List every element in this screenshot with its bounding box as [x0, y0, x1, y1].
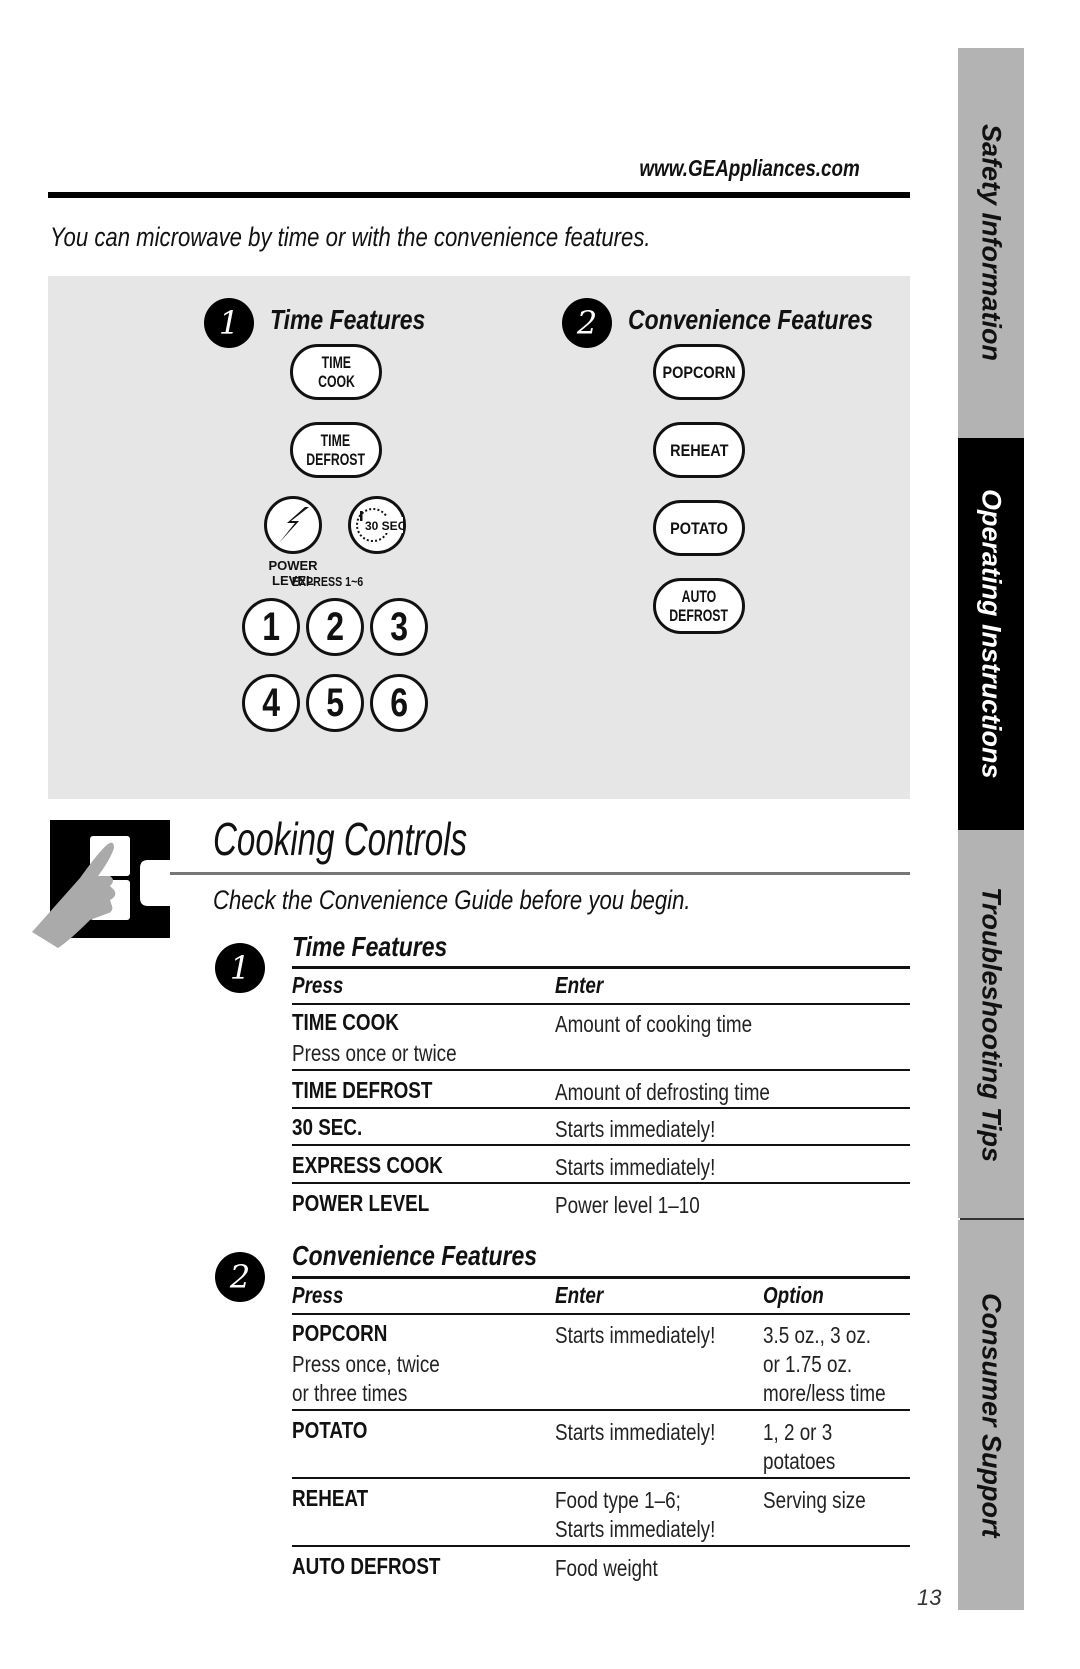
- press-cell: 30 SEC.: [292, 1114, 363, 1140]
- number-badge-2: 2: [562, 298, 612, 348]
- enter-cell: Food type 1–6;: [555, 1487, 681, 1513]
- enter-cell: Power level 1–10: [555, 1192, 700, 1218]
- option-cell: more/less time: [763, 1380, 886, 1406]
- option-cell: or 1.75 oz.: [763, 1351, 853, 1377]
- hand-pressing-button-icon: [32, 820, 170, 948]
- column-header-enter: Enter: [555, 1282, 604, 1308]
- divider: [292, 1409, 910, 1411]
- thirty-sec-label: 30 SEC: [365, 519, 403, 533]
- control-panel-illustration: 1 Time Features TIME COOK TIME DEFROST POW…: [48, 276, 910, 799]
- tab-safety-information[interactable]: Safety Information: [958, 48, 1024, 438]
- timer-icon: 30 SEC: [356, 508, 403, 542]
- tab-consumer-support[interactable]: Consumer Support: [958, 1220, 1024, 1610]
- express-button-1[interactable]: 1: [242, 598, 300, 656]
- panel-heading-convenience-features: Convenience Features: [628, 304, 874, 335]
- press-cell: TIME COOK: [292, 1009, 399, 1035]
- auto-defrost-button[interactable]: AUTO DEFROST: [653, 578, 745, 634]
- press-cell: TIME DEFROST: [292, 1077, 433, 1103]
- column-header-press: Press: [292, 972, 344, 998]
- press-cell: REHEAT: [292, 1485, 369, 1511]
- time-cook-button[interactable]: TIME COOK: [290, 344, 382, 400]
- number-badge-1: 1: [204, 298, 254, 348]
- title-rule: [170, 872, 910, 875]
- press-note: Press once, twice: [292, 1351, 440, 1377]
- express-label: EXPRESS 1~6: [292, 574, 364, 589]
- time-table-heading: Time Features: [292, 931, 448, 962]
- enter-cell: Amount of defrosting time: [555, 1079, 770, 1105]
- lightning-icon: [279, 507, 309, 543]
- divider: [292, 1182, 910, 1184]
- divider: [292, 1107, 910, 1109]
- enter-cell: Starts immediately!: [555, 1516, 716, 1542]
- enter-cell: Amount of cooking time: [555, 1011, 753, 1037]
- tab-label: Safety Information: [976, 124, 1007, 362]
- section-title: Cooking Controls: [213, 813, 468, 865]
- divider: [292, 1545, 910, 1547]
- column-header-press: Press: [292, 1282, 344, 1308]
- reheat-button[interactable]: REHEAT: [653, 422, 745, 478]
- divider: [292, 1144, 910, 1146]
- express-button-5[interactable]: 5: [306, 674, 364, 732]
- press-cell: AUTO DEFROST: [292, 1553, 441, 1579]
- tab-operating-instructions[interactable]: Operating Instructions: [958, 438, 1024, 830]
- intro-text: You can microwave by time or with the co…: [50, 222, 651, 252]
- enter-cell: Starts immediately!: [555, 1322, 716, 1348]
- option-cell: Serving size: [763, 1487, 866, 1513]
- power-level-button[interactable]: [264, 496, 322, 554]
- divider: [292, 966, 910, 969]
- column-header-option: Option: [763, 1282, 824, 1308]
- header-rule: [48, 192, 910, 198]
- potato-button[interactable]: POTATO: [653, 500, 745, 556]
- divider: [292, 1276, 910, 1279]
- express-button-4[interactable]: 4: [242, 674, 300, 732]
- option-cell: potatoes: [763, 1448, 836, 1474]
- thirty-sec-button[interactable]: 30 SEC: [348, 496, 406, 554]
- tab-label: Consumer Support: [976, 1292, 1007, 1538]
- option-cell: 3.5 oz., 3 oz.: [763, 1322, 871, 1348]
- tab-troubleshooting-tips[interactable]: Troubleshooting Tips: [958, 830, 1024, 1218]
- tab-label: Operating Instructions: [976, 489, 1007, 779]
- convenience-table-heading: Convenience Features: [292, 1240, 538, 1271]
- enter-cell: Starts immediately!: [555, 1116, 716, 1142]
- press-cell: POTATO: [292, 1417, 368, 1443]
- divider: [292, 1313, 910, 1315]
- tab-label: Troubleshooting Tips: [976, 886, 1007, 1162]
- time-defrost-button[interactable]: TIME DEFROST: [290, 422, 382, 478]
- press-note: or three times: [292, 1380, 408, 1406]
- enter-cell: Starts immediately!: [555, 1154, 716, 1180]
- enter-cell: Starts immediately!: [555, 1419, 716, 1445]
- popcorn-button[interactable]: POPCORN: [653, 344, 745, 400]
- express-button-2[interactable]: 2: [306, 598, 364, 656]
- press-cell: EXPRESS COOK: [292, 1152, 443, 1178]
- panel-heading-time-features: Time Features: [270, 304, 426, 335]
- express-button-3[interactable]: 3: [370, 598, 428, 656]
- column-header-enter: Enter: [555, 972, 604, 998]
- press-cell: POWER LEVEL: [292, 1190, 430, 1216]
- divider: [292, 1069, 910, 1071]
- divider: [292, 1003, 910, 1005]
- website-url: www.GEAppliances.com: [639, 155, 860, 181]
- press-cell: POPCORN: [292, 1320, 388, 1346]
- option-cell: 1, 2 or 3: [763, 1419, 833, 1445]
- section-subtitle: Check the Convenience Guide before you b…: [213, 885, 691, 915]
- enter-cell: Food weight: [555, 1555, 658, 1581]
- time-table-badge: 1: [215, 943, 265, 993]
- page-number: 13: [917, 1585, 942, 1610]
- press-note: Press once or twice: [292, 1040, 457, 1066]
- convenience-table-badge: 2: [215, 1252, 265, 1302]
- express-button-6[interactable]: 6: [370, 674, 428, 732]
- divider: [292, 1477, 910, 1479]
